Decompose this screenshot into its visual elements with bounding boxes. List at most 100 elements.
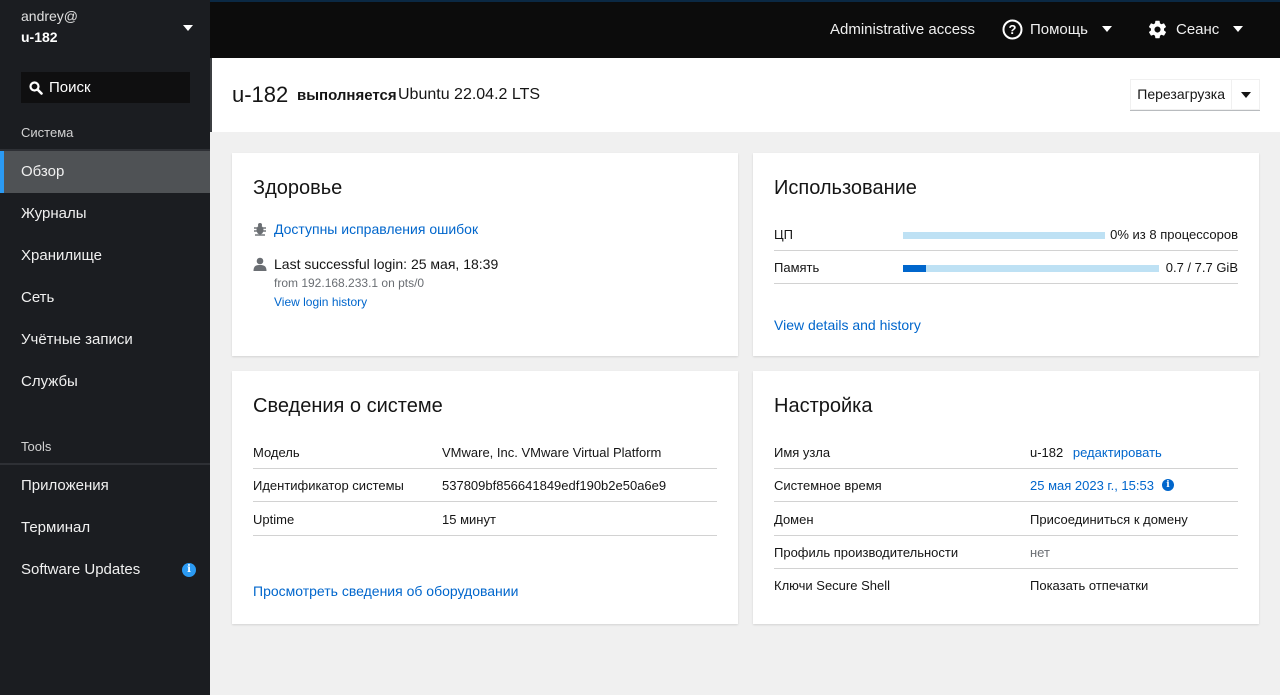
sidebar-item-label: Обзор <box>21 163 65 180</box>
sidebar-item-logs[interactable]: Журналы <box>0 193 210 235</box>
memory-usage-fill <box>903 265 927 272</box>
bug-icon <box>254 223 266 236</box>
machine-id-label: Идентификатор системы <box>253 477 404 493</box>
caret-down-icon <box>1240 91 1251 98</box>
search-label: Поиск <box>49 79 91 96</box>
sidebar-item-label: Учётные записи <box>21 331 133 348</box>
system-time-link[interactable]: 25 мая 2023 г., 15:53 <box>1030 478 1154 493</box>
help-menu-button[interactable]: ? Помощь <box>1002 2 1112 56</box>
config-row-ssh-keys: Ключи Secure Shell Показать отпечатки <box>774 569 1238 602</box>
cpu-label: ЦП <box>774 226 793 242</box>
hardware-details-link[interactable]: Просмотреть сведения об оборудовании <box>253 583 518 599</box>
search-icon <box>29 80 43 95</box>
system-time-label: Системное время <box>774 477 882 493</box>
memory-value: 0.7 / 7.7 GiB <box>1165 259 1238 275</box>
sidebar-item-services[interactable]: Службы <box>0 361 210 403</box>
system-info-title: Сведения о системе <box>253 395 443 417</box>
system-info-card: Сведения о системе Модель VMware, Inc. V… <box>232 371 738 624</box>
config-row-performance-profile: Профиль производительности нет <box>774 536 1238 569</box>
model-value: VMware, Inc. VMware Virtual Platform <box>442 444 662 460</box>
ssh-keys-label: Ключи Secure Shell <box>774 578 890 593</box>
sidebar-item-label: Приложения <box>21 477 109 494</box>
info-row-model: Модель VMware, Inc. VMware Virtual Platf… <box>253 436 717 469</box>
sidebar-item-storage[interactable]: Хранилище <box>0 235 210 277</box>
sidebar-item-accounts[interactable]: Учётные записи <box>0 319 210 361</box>
machine-id-value: 537809bf856641849edf190b2e50a6e9 <box>442 477 667 493</box>
caret-down-icon <box>1233 26 1244 32</box>
reboot-split-button: Перезагрузка <box>1130 79 1260 110</box>
cpu-usage-bar <box>903 232 1105 239</box>
usage-details-link[interactable]: View details and history <box>774 317 921 333</box>
session-menu-button[interactable]: Сеанс <box>1147 2 1244 56</box>
administrative-access-button[interactable]: Administrative access <box>830 2 975 56</box>
gear-icon <box>1148 20 1167 38</box>
session-label: Сеанс <box>1176 20 1220 38</box>
sidebar-item-label: Службы <box>21 373 78 390</box>
login-from-text: from 192.168.233.1 on pts/0 <box>274 276 425 290</box>
nav-section-tools: Tools Приложения Терминал Software Updat… <box>0 429 210 591</box>
admin-access-label: Administrative access <box>830 20 976 38</box>
hostname-value-group: u-182 редактировать <box>1030 445 1162 460</box>
last-login-row: Last successful login: 25 мая, 18:39 fro… <box>253 256 498 309</box>
os-label: Ubuntu 22.04.2 LTS <box>398 86 541 103</box>
uptime-label: Uptime <box>253 511 295 527</box>
svg-text:?: ? <box>1009 22 1017 37</box>
domain-label: Домен <box>774 511 814 527</box>
memory-usage-row: Память 0.7 / 7.7 GiB <box>774 251 1238 284</box>
sidebar-item-network[interactable]: Сеть <box>0 277 210 319</box>
section-title-system: Система <box>0 115 210 151</box>
cpu-value: 0% из 8 процессоров <box>1110 226 1238 242</box>
reboot-dropdown-toggle[interactable] <box>1231 80 1259 109</box>
memory-label: Память <box>774 259 820 275</box>
host-user: andrey@ <box>21 8 79 24</box>
performance-profile-label: Профиль производительности <box>774 544 959 560</box>
bug-fixes-row: Доступны исправления ошибок <box>253 221 478 237</box>
performance-profile-value[interactable]: нет <box>1030 545 1050 560</box>
info-row-uptime: Uptime 15 минут <box>253 503 717 536</box>
sidebar: andrey@ u-182 Поиск Система Обзор Журнал… <box>0 0 210 695</box>
join-domain-link[interactable]: Присоединиться к домену <box>1030 512 1188 527</box>
info-icon[interactable]: i <box>1161 479 1174 491</box>
reboot-button[interactable]: Перезагрузка <box>1131 80 1231 109</box>
help-label: Помощь <box>1030 20 1088 38</box>
info-icon: i <box>182 563 196 577</box>
model-label: Модель <box>253 444 300 460</box>
page-title-hostname: u-182 <box>232 82 289 107</box>
hostname-label: Имя узла <box>774 444 831 460</box>
configuration-card: Настройка Имя узла u-182 редактировать С… <box>753 371 1259 624</box>
sidebar-item-software-updates[interactable]: Software Updates i <box>0 549 210 591</box>
hostname-value: u-182 <box>1030 444 1064 460</box>
help-icon: ? <box>1002 19 1023 39</box>
sidebar-item-terminal[interactable]: Терминал <box>0 507 210 549</box>
show-fingerprints-link[interactable]: Показать отпечатки <box>1030 578 1148 593</box>
config-row-system-time: Системное время 25 мая 2023 г., 15:53 i <box>774 469 1238 502</box>
sidebar-item-overview[interactable]: Обзор <box>0 151 210 193</box>
masthead: Administrative access ? Помощь Сеанс <box>210 0 1280 58</box>
system-time-value-group: 25 мая 2023 г., 15:53 i <box>1030 478 1174 493</box>
caret-down-icon <box>183 25 193 31</box>
search-input[interactable]: Поиск <box>21 72 190 103</box>
config-row-hostname: Имя узла u-182 редактировать <box>774 436 1238 469</box>
page-header: u-182 выполняется Ubuntu 22.04.2 LTS Пер… <box>210 58 1280 132</box>
info-row-machine-id: Идентификатор системы 537809bf856641849e… <box>253 469 717 502</box>
last-login-text: Last successful login: 25 мая, 18:39 <box>274 256 499 272</box>
uptime-value: 15 минут <box>442 511 496 527</box>
running-label: выполняется <box>297 87 397 104</box>
sidebar-item-label: Сеть <box>21 289 55 306</box>
sidebar-item-applications[interactable]: Приложения <box>0 465 210 507</box>
caret-down-icon <box>1101 26 1112 32</box>
user-icon <box>253 257 267 271</box>
memory-usage-bar <box>903 265 1159 272</box>
nav-section-system: Система Обзор Журналы Хранилище Сеть Учё… <box>0 115 210 403</box>
section-title-tools: Tools <box>0 429 210 465</box>
bug-fixes-link[interactable]: Доступны исправления ошибок <box>274 221 478 237</box>
edit-hostname-link[interactable]: редактировать <box>1073 445 1162 460</box>
host-name: u-182 <box>21 29 58 45</box>
login-history-link[interactable]: View login history <box>274 295 498 309</box>
host-switcher[interactable]: andrey@ u-182 <box>0 0 210 58</box>
config-row-domain: Домен Присоединиться к домену <box>774 503 1238 536</box>
health-card: Здоровье Доступны исправления ошибок Las… <box>232 153 738 356</box>
cpu-usage-row: ЦП 0% из 8 процессоров <box>774 218 1238 251</box>
sidebar-item-label: Журналы <box>21 205 87 222</box>
sidebar-item-label: Хранилище <box>21 247 102 264</box>
